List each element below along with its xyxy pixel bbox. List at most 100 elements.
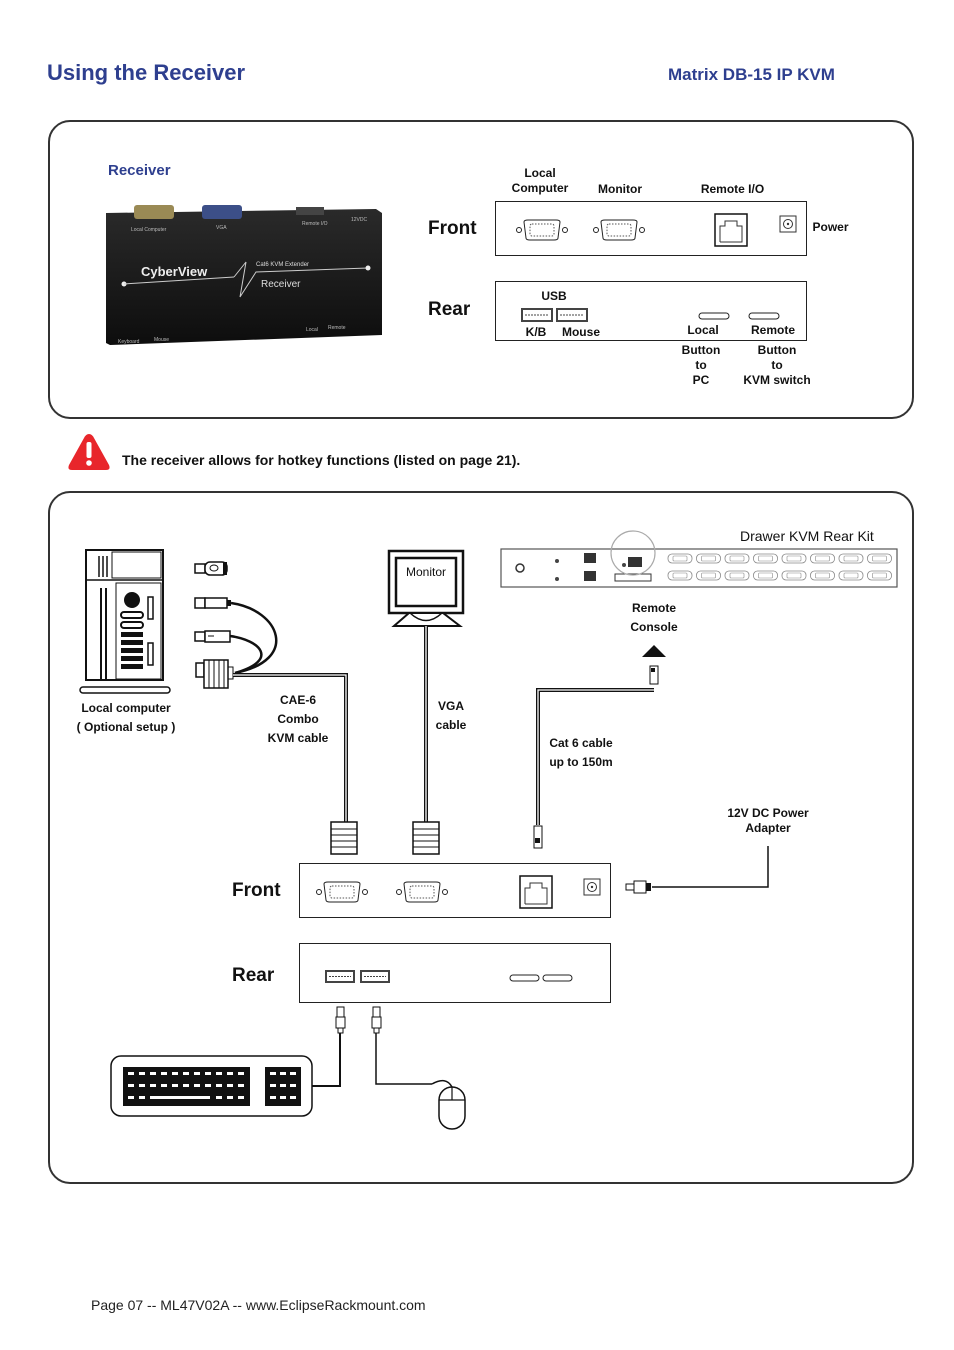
spacebar-icon — [150, 1096, 210, 1099]
key-icon — [280, 1072, 286, 1075]
power-adapter-label: 12V DC Power Adapter — [718, 806, 818, 836]
kit-db15-port-icon — [867, 553, 892, 564]
label-line: Local computer — [81, 701, 171, 715]
key-icon — [270, 1072, 276, 1075]
label-line: CAE-6 — [279, 693, 316, 707]
key-icon — [280, 1084, 286, 1087]
ps2-connector-icon — [194, 561, 228, 576]
key-icon — [183, 1084, 189, 1087]
label-line: ( Optional setup ) — [76, 720, 176, 734]
local-computer-icon — [79, 549, 171, 694]
vga-cable-label: VGA cable — [428, 697, 474, 735]
label-line: Combo — [277, 712, 319, 726]
key-icon — [150, 1072, 156, 1075]
key-icon — [128, 1072, 134, 1075]
db15-port-icon — [316, 881, 368, 903]
key-icon — [238, 1096, 244, 1099]
kit-db15-port-icon — [667, 570, 693, 581]
kit-db15-port-icon — [753, 553, 778, 564]
key-icon — [172, 1072, 178, 1075]
key-icon — [161, 1084, 167, 1087]
usb-plug-icon — [335, 1006, 346, 1034]
kit-db15-port-icon — [724, 553, 750, 564]
key-icon — [150, 1084, 156, 1087]
label-line: Remote — [631, 601, 676, 615]
key-icon — [270, 1096, 276, 1099]
key-icon — [139, 1072, 145, 1075]
connection-diagram-lines — [79, 530, 898, 1130]
key-icon — [227, 1096, 233, 1099]
local-computer-label: Local computer ( Optional setup ) — [60, 699, 192, 737]
key-icon — [227, 1084, 233, 1087]
remote-console-label: Remote Console — [618, 599, 690, 637]
arrow-up-icon — [642, 645, 666, 657]
rj45-port-icon — [519, 875, 553, 909]
combo-cable-label: CAE-6 Combo KVM cable — [258, 691, 338, 748]
label-line: 12V DC Power — [727, 806, 809, 820]
key-icon — [128, 1084, 134, 1087]
db15-port-icon — [396, 881, 448, 903]
key-icon — [172, 1084, 178, 1087]
drawer-kvm-rear-kit-label: Drawer KVM Rear Kit — [740, 528, 874, 544]
kit-db15-port-icon — [810, 553, 835, 564]
monitor-icon — [387, 549, 465, 627]
label-line: Console — [630, 620, 678, 634]
label-line: up to 150m — [549, 755, 613, 769]
key-icon — [290, 1084, 296, 1087]
key-icon — [216, 1096, 222, 1099]
db15-plug-icon — [195, 659, 234, 689]
key-icon — [280, 1096, 286, 1099]
label-line: Adapter — [745, 821, 791, 835]
kit-db15-port-icon — [781, 553, 807, 564]
usb-port-icon — [325, 970, 355, 983]
diagram-front-label: Front — [232, 880, 281, 901]
key-icon — [194, 1072, 200, 1075]
usb-plug-icon — [371, 1006, 382, 1034]
diagram-receiver-front — [299, 863, 611, 918]
key-icon — [290, 1072, 296, 1075]
power-plug-icon — [625, 880, 651, 894]
usb-connector-icon — [194, 597, 231, 609]
kit-db15-port-icon — [753, 570, 778, 581]
diagram-front-ports — [316, 875, 601, 909]
db15-plug-icon — [412, 821, 440, 855]
label-line: Cat 6 cable — [549, 736, 613, 750]
rj45-plug-icon — [533, 825, 543, 849]
key-icon — [290, 1096, 296, 1099]
kit-db15-port-icon — [667, 553, 693, 564]
label-line: KVM cable — [267, 731, 329, 745]
page-footer: Page 07 -- ML47V02A -- www.EclipseRackmo… — [91, 1297, 426, 1313]
diagram-rear-label: Rear — [232, 965, 275, 986]
local-button-icon — [509, 974, 540, 982]
power-jack-icon — [583, 878, 601, 896]
key-icon — [183, 1072, 189, 1075]
kit-db15-port-icon — [867, 570, 892, 581]
diagram-receiver-rear — [299, 943, 611, 1003]
kit-db15-port-icon — [724, 570, 750, 581]
remote-button-icon — [542, 974, 573, 982]
key-icon — [194, 1084, 200, 1087]
cat6-cable-label: Cat 6 cable up to 150m — [540, 734, 622, 772]
usb-port-icon — [360, 970, 390, 983]
rj45-plug-icon — [649, 665, 659, 685]
kit-db15-port-icon — [781, 570, 807, 581]
key-icon — [139, 1096, 145, 1099]
key-icon — [238, 1084, 244, 1087]
key-icon — [139, 1084, 145, 1087]
key-icon — [216, 1084, 222, 1087]
kit-db15-port-icon — [838, 553, 864, 564]
kit-db15-port-icon — [696, 553, 721, 564]
kit-db15-port-icon — [810, 570, 835, 581]
key-icon — [205, 1072, 211, 1075]
label-line: VGA — [437, 699, 464, 713]
key-icon — [161, 1072, 167, 1075]
key-icon — [128, 1096, 134, 1099]
key-icon — [270, 1084, 276, 1087]
usb-connector-icon — [194, 630, 231, 643]
monitor-label: Monitor — [405, 565, 446, 579]
key-icon — [216, 1072, 222, 1075]
kit-db15-port-icon — [696, 570, 721, 581]
kit-db15-port-icon — [838, 570, 864, 581]
label-line: cable — [435, 718, 467, 732]
key-icon — [205, 1084, 211, 1087]
